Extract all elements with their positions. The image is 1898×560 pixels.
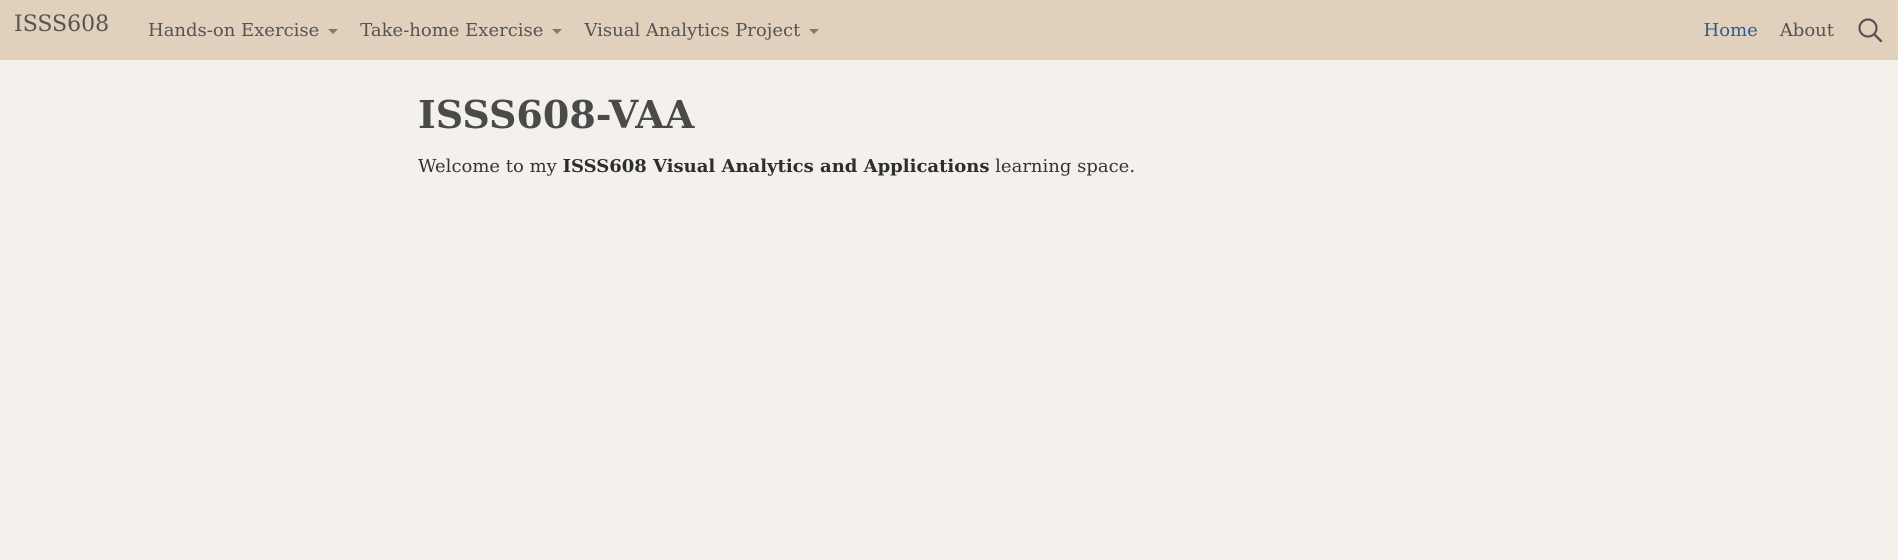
page-title: ISSS608-VAA <box>418 92 695 137</box>
menu-visual-analytics-project-label: Visual Analytics Project <box>584 19 801 41</box>
menu-hands-on-exercise-label: Hands-on Exercise <box>148 19 320 41</box>
right-menu: Home About <box>1682 0 1884 60</box>
dropdown-caret-icon <box>809 28 820 34</box>
intro-course-name: ISSS608 Visual Analytics and Application… <box>562 156 990 177</box>
dropdown-caret-icon <box>328 28 339 34</box>
dropdown-caret-icon <box>552 28 563 34</box>
intro-paragraph: Welcome to my ISSS608 Visual Analytics a… <box>418 154 1418 180</box>
nav-link-home[interactable]: Home <box>1704 20 1758 41</box>
menu-take-home-exercise-label: Take-home Exercise <box>360 19 544 41</box>
top-navbar: ISSS608 Hands-on Exercise Take-home Exer… <box>0 0 1898 60</box>
search-button[interactable] <box>1856 16 1884 44</box>
brand-link[interactable]: ISSS608 <box>14 12 109 37</box>
search-icon <box>1858 18 1883 43</box>
menu-visual-analytics-project[interactable]: Visual Analytics Project <box>584 19 820 41</box>
intro-prefix: Welcome to my <box>418 156 563 177</box>
menu-hands-on-exercise[interactable]: Hands-on Exercise <box>148 19 339 41</box>
main-menu: Hands-on Exercise Take-home Exercise Vis… <box>148 0 841 60</box>
menu-take-home-exercise[interactable]: Take-home Exercise <box>360 19 563 41</box>
intro-suffix: learning space. <box>989 156 1136 177</box>
main-content: ISSS608-VAA Welcome to my ISSS608 Visual… <box>418 88 1418 180</box>
nav-link-about[interactable]: About <box>1780 20 1834 41</box>
